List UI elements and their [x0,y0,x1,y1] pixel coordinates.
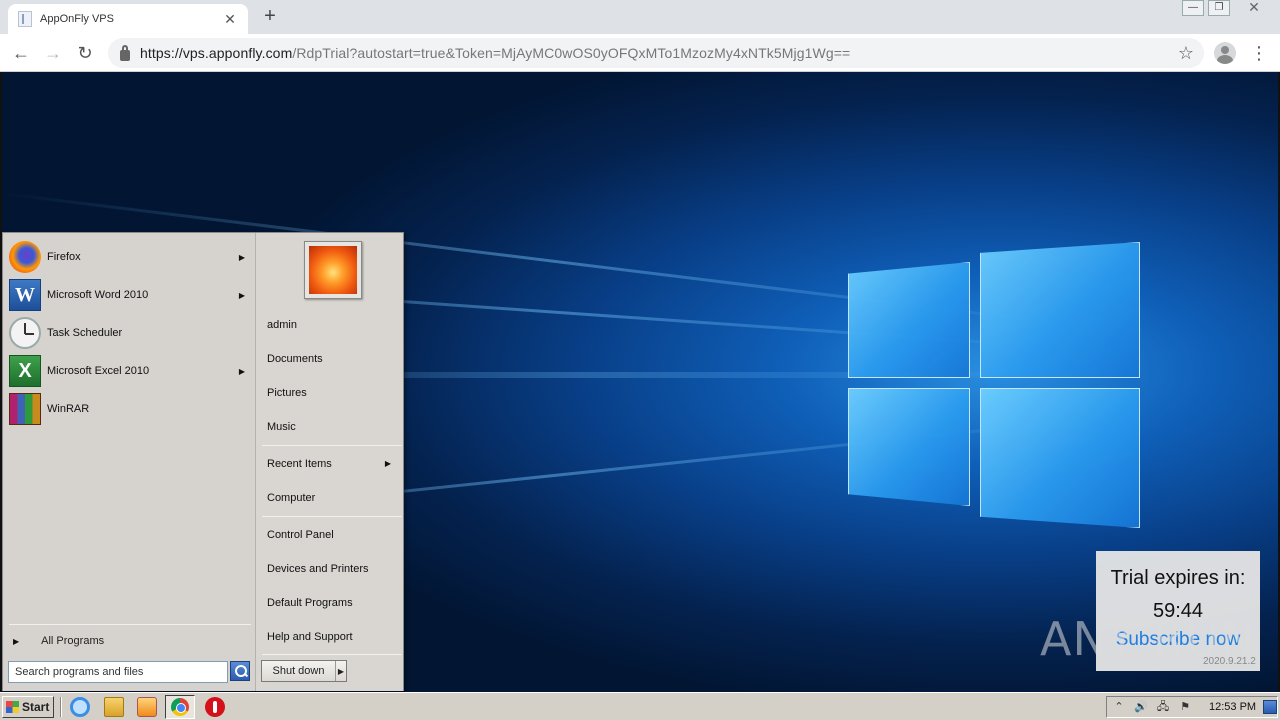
divider [262,445,402,446]
taskbar: Start ⌃ 🔊 🖧 ⚑ 12:53 PM [0,692,1280,720]
submenu-arrow-icon: ▶ [238,290,245,300]
system-tray: ⌃ 🔊 🖧 ⚑ 12:53 PM [1106,696,1278,718]
action-center-flag-icon[interactable]: ⚑ [1177,699,1193,715]
browser-tab-strip: AppOnFly VPS ✕ + — ❐ ✕ [0,0,1280,34]
page-favicon-icon [18,11,32,27]
start-menu-programs-pane: Firefox ▶ W Microsoft Word 2010 ▶ Task S… [3,233,255,691]
place-music[interactable]: Music [267,418,397,436]
excel-icon: X [9,355,41,387]
network-icon[interactable]: 🖧 [1155,699,1171,715]
divider [262,516,402,517]
tab-close-icon[interactable]: ✕ [222,11,238,28]
lock-icon[interactable] [120,44,130,61]
address-bar[interactable]: https://vps.apponfly.com/RdpTrial?autost… [108,38,1204,68]
program-firefox[interactable]: Firefox ▶ [9,239,251,275]
explorer-folder-icon[interactable] [104,697,124,717]
place-pictures[interactable]: Pictures [267,384,397,402]
close-window-button[interactable]: ✕ [1234,0,1274,16]
url-host: https://vps.apponfly.com [140,45,293,61]
windows-logo-pane [848,388,970,506]
task-scheduler-icon [9,317,41,349]
program-label: WinRAR [47,403,90,415]
submenu-arrow-icon: ▶ [384,459,391,468]
clock[interactable]: 12:53 PM [1209,701,1256,713]
place-label: Recent Items [267,458,332,470]
browser-menu-icon[interactable]: ⋮ [1250,40,1268,66]
trial-title: Trial expires in: [1110,567,1246,589]
media-player-icon[interactable] [137,697,157,717]
tab-title: AppOnFly VPS [40,13,114,25]
program-task-scheduler[interactable]: Task Scheduler [9,315,251,351]
program-excel[interactable]: X Microsoft Excel 2010 ▶ [9,353,251,389]
shutdown-options-arrow-icon[interactable]: ▶ [336,667,346,676]
profile-avatar-icon[interactable] [1214,42,1236,64]
place-admin[interactable]: admin [267,316,397,334]
firefox-icon [9,241,41,273]
all-programs-label: All Programs [41,635,105,647]
word-icon: W [9,279,41,311]
internet-explorer-icon[interactable] [70,697,90,717]
bookmark-star-icon[interactable]: ☆ [1178,43,1194,64]
program-label: Firefox [47,251,81,263]
browser-tab[interactable]: AppOnFly VPS ✕ [8,4,248,34]
browser-toolbar: ← → ↻ https://vps.apponfly.com/RdpTrial?… [0,34,1280,72]
divider [262,654,402,655]
windows-logo-pane [848,262,970,378]
show-desktop-icon[interactable] [1263,700,1277,714]
all-programs-button[interactable]: ▶ All Programs [11,630,247,652]
place-default-programs[interactable]: Default Programs [267,594,397,612]
place-control-panel[interactable]: Control Panel [267,526,397,544]
shutdown-button[interactable]: Shut down [262,661,336,681]
windows-flag-icon [6,701,19,713]
chrome-icon [171,698,189,716]
start-label: Start [22,700,50,714]
start-button[interactable]: Start [2,696,54,718]
back-button[interactable]: ← [8,40,34,66]
all-programs-arrow-icon: ▶ [13,636,20,646]
url-path: /RdpTrial?autostart=true&Token=MjAyMC0wO… [292,45,851,61]
windows-logo-pane [980,388,1140,528]
program-label: Task Scheduler [47,327,123,339]
opera-icon[interactable] [205,697,225,717]
shutdown-control: Shut down ▶ [261,660,347,682]
minimize-button[interactable]: — [1182,0,1204,16]
submenu-arrow-icon: ▶ [238,252,245,262]
forward-button[interactable]: → [40,40,66,66]
place-help-and-support[interactable]: Help and Support [267,628,397,646]
submenu-arrow-icon: ▶ [238,366,245,376]
program-winrar[interactable]: WinRAR [9,391,251,427]
search-icon[interactable] [230,661,250,681]
program-word[interactable]: W Microsoft Word 2010 ▶ [9,277,251,313]
program-label: Microsoft Excel 2010 [47,365,150,377]
start-menu: Firefox ▶ W Microsoft Word 2010 ▶ Task S… [2,232,404,691]
winrar-icon [9,393,41,425]
divider [9,624,251,625]
flower-picture-icon [309,246,357,294]
place-computer[interactable]: Computer [267,489,397,507]
restore-button[interactable]: ❐ [1208,0,1230,16]
show-hidden-icons-icon[interactable]: ⌃ [1111,699,1127,715]
version-label: 2020.9.21.2 [1203,656,1256,667]
new-tab-button[interactable]: + [258,5,282,29]
start-menu-places-pane: admin Documents Pictures Music Recent It… [255,233,403,691]
url-text[interactable]: https://vps.apponfly.com/RdpTrial?autost… [140,45,1178,61]
program-label: Microsoft Word 2010 [47,289,149,301]
chrome-taskbar-button[interactable] [165,695,195,719]
start-search-input[interactable]: Search programs and files [8,661,228,683]
taskbar-divider [60,697,62,717]
windows-logo-pane [980,242,1140,378]
reload-button[interactable]: ↻ [72,40,98,66]
volume-icon[interactable]: 🔊 [1133,699,1149,715]
user-avatar[interactable] [304,241,362,299]
place-recent-items[interactable]: Recent Items ▶ [267,455,397,473]
place-documents[interactable]: Documents [267,350,397,368]
place-devices-and-printers[interactable]: Devices and Printers [267,560,397,578]
window-controls: — ❐ ✕ [1182,0,1274,18]
